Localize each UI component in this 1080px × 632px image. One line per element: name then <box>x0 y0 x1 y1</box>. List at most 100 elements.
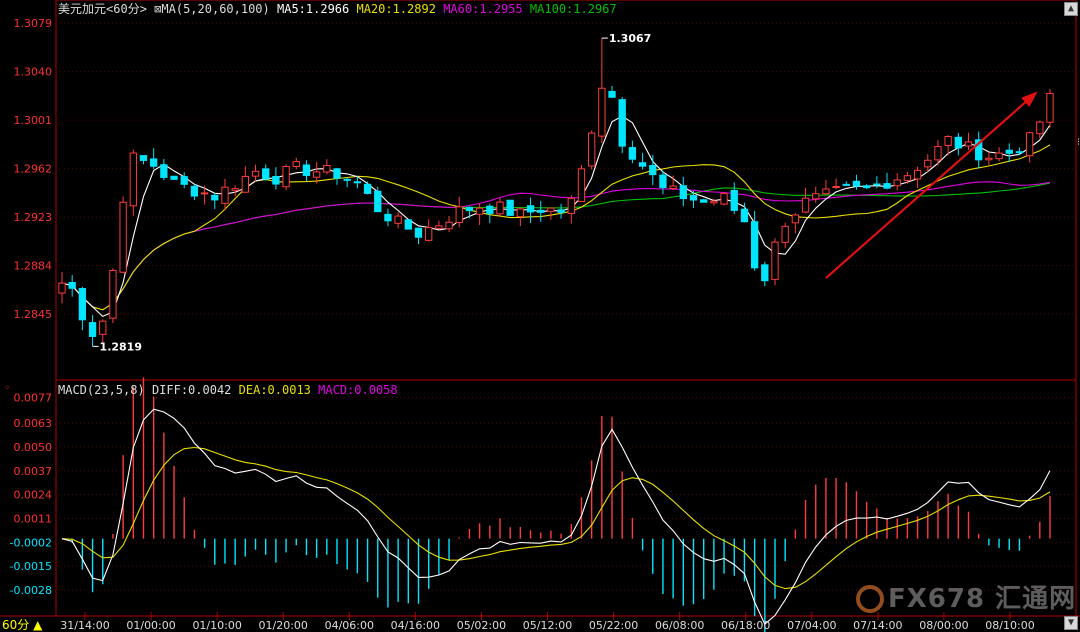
x-tick-label: 07/04:00 <box>787 619 836 632</box>
scroll-down-icon[interactable]: ▼ <box>1064 616 1078 630</box>
candle-up <box>109 269 117 319</box>
moving-average-lines <box>61 115 1051 318</box>
candle-up <box>985 157 993 161</box>
x-tick-label: 06/18:00 <box>721 619 770 632</box>
candle-up <box>710 200 718 204</box>
macd-tick-label: 0.0024 <box>14 489 53 502</box>
candle-down <box>628 147 637 160</box>
chart-canvas: 1.2845 1.2884 1.2923 1.2962 1.3001 1.3040 1.30… <box>0 0 1080 632</box>
candle-up <box>200 192 209 195</box>
macd-title: MACD(23,5,8) <box>58 383 145 397</box>
watermark-text: FX678 汇通网 <box>888 584 1077 614</box>
candle-down <box>1015 151 1024 154</box>
candle-up <box>995 152 1003 160</box>
candle-down <box>679 185 687 200</box>
candle-down <box>374 190 382 213</box>
candle-up <box>455 206 463 223</box>
macd-header: MACD(23,5,8) DIFF:0.0042 DEA:0.0013 MACD… <box>58 383 398 397</box>
macd-tick-label: 0.0050 <box>14 441 53 454</box>
candle-down <box>486 205 494 214</box>
symbol-name: 美元加元 <box>58 2 107 16</box>
candle-up <box>913 169 922 180</box>
candle-up <box>394 215 402 224</box>
x-tick-label: 31/14:00 <box>60 619 109 632</box>
candle-down <box>211 194 219 201</box>
candle-up <box>231 188 239 191</box>
x-tick-label: 06/08:00 <box>655 619 704 632</box>
macd-value: MACD:0.0058 <box>318 383 398 397</box>
candle-up <box>547 207 555 212</box>
x-tick-label: 01/00:00 <box>126 619 175 632</box>
high-label: 1.3067 <box>609 32 651 45</box>
candle-down <box>649 164 657 176</box>
candle-up <box>669 185 677 189</box>
candle-up <box>221 186 229 204</box>
candle-up <box>1036 121 1044 135</box>
x-tick-label: 05/12:00 <box>523 619 572 632</box>
candle-up <box>292 161 300 167</box>
candle-up <box>771 241 779 280</box>
candle-up <box>282 165 290 188</box>
x-axis-ticks: 31/14:00 01/00:00 01/10:00 01/20:00 04/06:00… <box>60 612 1035 632</box>
scroll-up-icon[interactable]: ▲ <box>1064 2 1078 16</box>
candle-down <box>272 175 280 185</box>
price-tick-label: 1.3001 <box>14 114 53 127</box>
candle-down <box>883 183 891 189</box>
candle-up <box>323 165 331 173</box>
candle-down <box>750 221 759 269</box>
macd-tick-label: -0.0028 <box>10 584 52 597</box>
candle-up <box>58 282 66 294</box>
candle-up <box>720 192 728 205</box>
candle-down <box>384 213 392 222</box>
candle-up <box>832 185 840 188</box>
candle-up <box>1025 132 1034 157</box>
candle-down <box>139 155 148 161</box>
candle-down <box>761 264 769 282</box>
candle-down <box>262 168 270 180</box>
macd-tick-label: 0.0011 <box>14 513 53 526</box>
candle-down <box>954 136 962 149</box>
x-tick-label: 08/10:00 <box>985 619 1034 632</box>
ma5-line <box>61 115 1051 318</box>
watermark-logo-icon <box>856 585 884 613</box>
candle-down <box>363 183 372 194</box>
candle-down <box>160 164 168 178</box>
candle-up <box>934 146 942 161</box>
candle-up <box>129 152 137 207</box>
x-tick-label: 05/02:00 <box>457 619 506 632</box>
candle-up <box>1046 92 1054 123</box>
candle-up <box>791 214 800 224</box>
candle-down <box>689 195 698 201</box>
candle-down <box>180 176 188 185</box>
candle-up <box>924 159 932 168</box>
candle-down <box>353 181 362 184</box>
period-label: <60分> <box>106 2 147 16</box>
dea-value: DEA:0.0013 <box>238 383 311 397</box>
candle-down <box>842 183 850 186</box>
period-tab-label: 60分 <box>2 618 30 632</box>
candle-down <box>1005 149 1013 154</box>
x-tick-label: 04/16:00 <box>391 619 440 632</box>
candle-down <box>608 90 616 98</box>
candle-down <box>190 185 199 197</box>
ma60-value: MA60:1.2955 <box>443 2 523 16</box>
macd-tick-label: -0.0015 <box>10 560 52 573</box>
candle-up <box>312 171 321 178</box>
ma100-line <box>61 182 1051 311</box>
period-tab[interactable]: 60分 ▲ <box>2 618 42 632</box>
ma20-value: MA20:1.2892 <box>356 2 436 16</box>
candle-down <box>506 199 514 216</box>
candle-up <box>516 208 525 218</box>
x-tick-label: 04/06:00 <box>325 619 374 632</box>
ma-title: MA(5,20,60,100) <box>161 2 270 16</box>
panel-dot-icon[interactable]: ◦ <box>4 382 10 396</box>
candle-down <box>343 178 351 181</box>
candle-up <box>475 207 484 215</box>
candle-up <box>99 320 107 335</box>
candle-up <box>241 175 249 193</box>
candle-down <box>150 158 158 167</box>
ma60-line <box>61 181 1051 311</box>
candle-down <box>659 174 667 189</box>
candle-down <box>170 175 178 180</box>
ma100-value: MA100:1.2967 <box>529 2 617 16</box>
